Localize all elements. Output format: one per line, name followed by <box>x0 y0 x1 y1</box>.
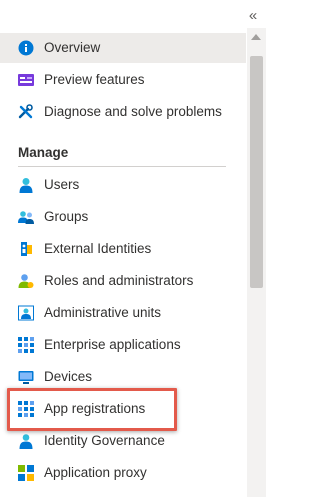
wrench-icon <box>18 104 33 119</box>
nav-item-label: Users <box>44 177 80 192</box>
nav-item-users[interactable]: Users <box>0 170 246 200</box>
nav-item-label: Devices <box>44 369 93 384</box>
nav-item-label: External Identities <box>44 241 152 256</box>
application-proxy-icon <box>18 465 34 481</box>
administrative-units-icon <box>18 305 34 321</box>
external-identities-icon <box>21 242 32 256</box>
user-icon <box>19 178 33 193</box>
nav-item-label: Application proxy <box>44 465 147 480</box>
nav-item-diagnose-and-solve-problems[interactable]: Diagnose and solve problems <box>0 97 246 127</box>
enterprise-apps-icon <box>18 337 34 353</box>
nav-item-label: Diagnose and solve problems <box>44 104 222 119</box>
scroll-up-arrow-icon[interactable] <box>251 34 261 40</box>
nav-item-label: Enterprise applications <box>44 337 181 352</box>
nav-item-label: Administrative units <box>44 305 162 320</box>
nav-item-enterprise-applications[interactable]: Enterprise applications <box>0 330 246 360</box>
nav-item-application-proxy[interactable]: Application proxy <box>0 458 246 488</box>
nav-item-external-identities[interactable]: External Identities <box>0 234 246 264</box>
section-header-manage: Manage <box>18 145 69 160</box>
identity-governance-icon <box>19 434 33 449</box>
nav-item-groups[interactable]: Groups <box>0 202 246 232</box>
nav-item-preview-features[interactable]: Preview features <box>0 65 246 95</box>
nav-item-administrative-units[interactable]: Administrative units <box>0 298 246 328</box>
highlight-box <box>7 388 177 431</box>
nav-item-label: Identity Governance <box>44 433 165 448</box>
nav-item-label: Overview <box>44 40 101 55</box>
nav-item-label: Groups <box>44 209 89 224</box>
nav-item-roles-and-administrators[interactable]: Roles and administrators <box>0 266 246 296</box>
roles-icon <box>18 274 34 288</box>
devices-icon <box>18 371 34 384</box>
collapse-menu-button[interactable]: « <box>246 8 260 24</box>
nav-item-label: Preview features <box>44 72 145 87</box>
section-divider <box>18 166 226 167</box>
nav-item-label: Roles and administrators <box>44 273 194 288</box>
info-icon <box>18 40 34 56</box>
scrollbar[interactable] <box>247 28 266 497</box>
groups-icon <box>18 211 34 224</box>
nav-item-overview[interactable]: Overview <box>0 33 246 63</box>
preview-features-icon <box>18 74 34 86</box>
scrollbar-thumb[interactable] <box>250 56 263 288</box>
